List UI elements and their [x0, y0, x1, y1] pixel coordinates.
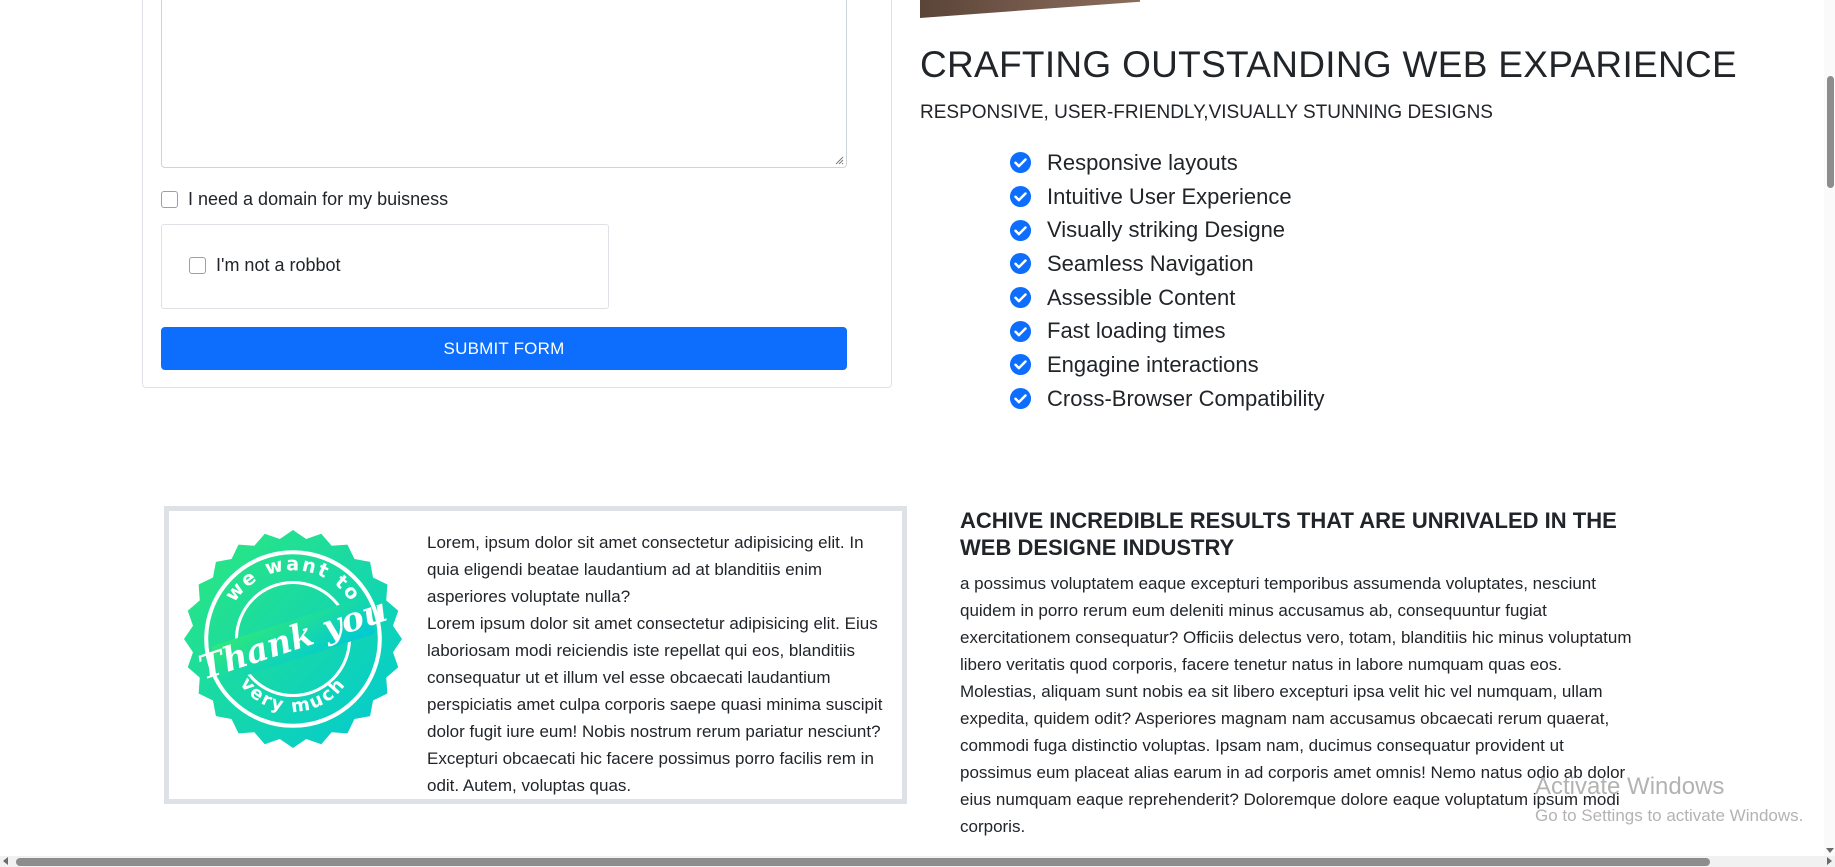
captcha-checkbox[interactable] [189, 257, 206, 274]
domain-checkbox[interactable] [161, 191, 178, 208]
captcha-checkbox-row[interactable]: I'm not a robbot [189, 255, 341, 276]
feature-item: Seamless Navigation [1009, 247, 1325, 281]
feature-label: Seamless Navigation [1047, 250, 1254, 276]
check-circle-icon [1009, 388, 1032, 410]
feature-item: Intuitive User Experience [1009, 180, 1325, 214]
hero-title: CRAFTING OUTSTANDING WEB EXPARIENCE [920, 44, 1738, 85]
check-circle-icon [1009, 253, 1032, 275]
domain-checkbox-row[interactable]: I need a domain for my buisness [161, 189, 448, 210]
check-circle-icon [1009, 185, 1032, 208]
scroll-right-arrow-icon[interactable] [1827, 857, 1832, 865]
message-textarea[interactable] [161, 0, 847, 168]
vertical-scrollbar[interactable] [1824, 0, 1835, 856]
watermark-title: Activate Windows [1535, 773, 1725, 800]
page: I need a domain for my buisness I'm not … [0, 0, 1835, 867]
feature-label: Intuitive User Experience [1047, 183, 1292, 209]
thank-you-paragraph: Lorem, ipsum dolor sit amet consectetur … [427, 533, 864, 606]
feature-item: Cross-Browser Compatibility [1009, 382, 1325, 416]
watermark-subtitle: Go to Settings to activate Windows. [1535, 806, 1804, 825]
thank-you-badge-icon: we want to very much Thank you [184, 530, 402, 748]
thank-you-paragraph: Lorem ipsum dolor sit amet consectetur a… [427, 614, 883, 795]
thank-you-text: Lorem, ipsum dolor sit amet consectetur … [427, 529, 892, 799]
horizontal-scrollbar[interactable] [0, 856, 1835, 867]
feature-label: Visually striking Designe [1047, 217, 1286, 243]
hero-subtitle: RESPONSIVE, USER-FRIENDLY,VISUALLY STUNN… [920, 102, 1493, 123]
feature-item: Assessible Content [1009, 281, 1325, 315]
feature-item: Fast loading times [1009, 314, 1325, 348]
check-circle-icon [1009, 219, 1032, 241]
vertical-scrollbar-thumb[interactable] [1827, 76, 1834, 188]
feature-label: Cross-Browser Compatibility [1047, 385, 1325, 411]
feature-item: Responsive layouts [1009, 146, 1325, 180]
scroll-left-arrow-icon[interactable] [3, 857, 8, 865]
domain-checkbox-label: I need a domain for my buisness [188, 189, 449, 209]
feature-item: Engagine interactions [1009, 348, 1325, 382]
feature-label: Fast loading times [1047, 318, 1226, 344]
horizontal-scrollbar-thumb[interactable] [16, 858, 1710, 866]
captcha-label: I'm not a robbot [216, 255, 341, 275]
check-circle-icon [1009, 320, 1032, 342]
submit-form-button[interactable]: SUBMIT FORM [161, 327, 847, 370]
activate-windows-watermark: Activate Windows Go to Settings to activ… [1535, 773, 1803, 827]
resize-handle-icon[interactable] [834, 155, 844, 165]
check-circle-icon [1009, 354, 1032, 376]
feature-list: Responsive layouts Intuitive User Experi… [1009, 146, 1325, 416]
feature-label: Engagine interactions [1047, 351, 1259, 377]
check-circle-icon [1009, 152, 1032, 174]
results-title: ACHIVE INCREDIBLE RESULTS THAT ARE UNRIV… [960, 508, 1617, 560]
feature-item: Visually striking Designe [1009, 213, 1325, 247]
check-circle-icon [1009, 287, 1032, 309]
hero-image [920, 0, 1140, 18]
feature-label: Assessible Content [1047, 284, 1236, 310]
feature-label: Responsive layouts [1047, 149, 1238, 175]
scroll-down-arrow-icon[interactable] [1826, 848, 1834, 853]
